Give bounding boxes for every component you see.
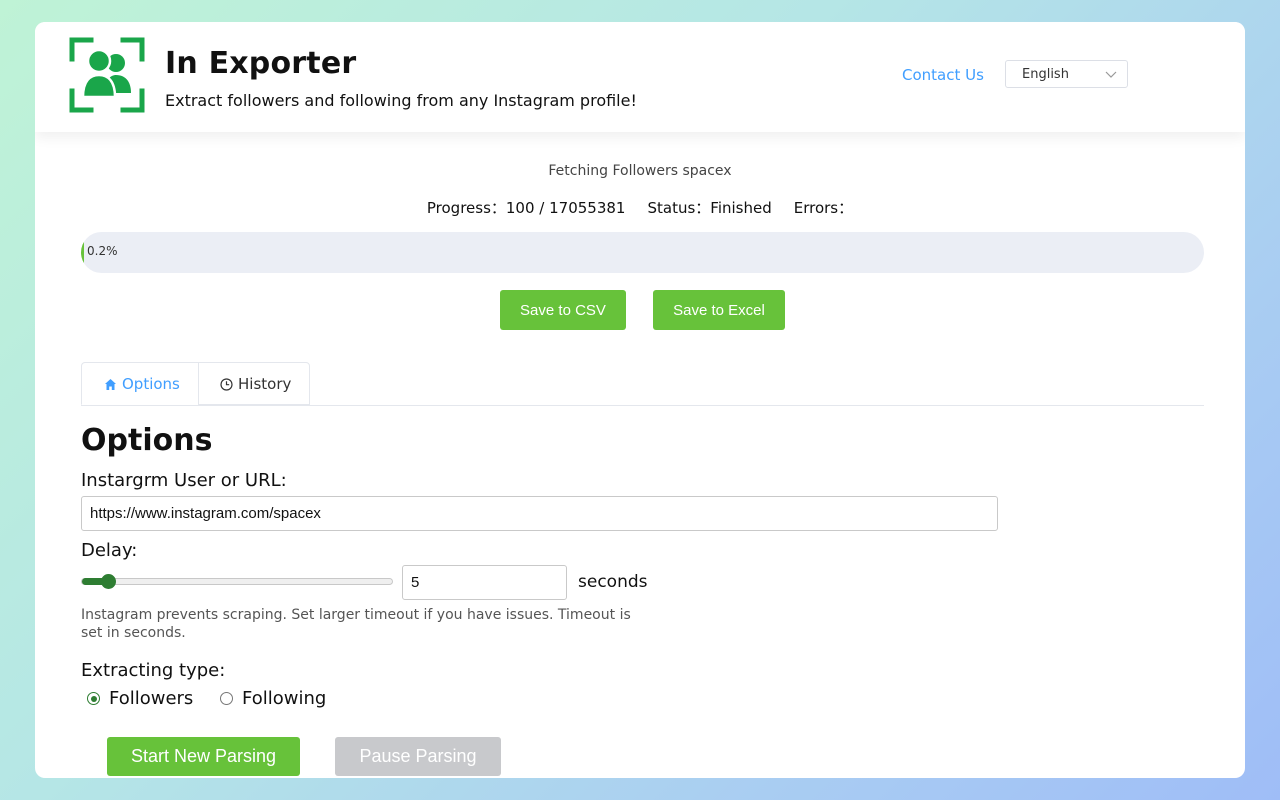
- status-label: Status：: [647, 199, 711, 217]
- app-title: In Exporter: [165, 46, 357, 81]
- followers-radio[interactable]: [87, 692, 100, 705]
- save-to-excel-button[interactable]: Save to Excel: [653, 290, 785, 330]
- following-radio[interactable]: [220, 692, 233, 705]
- app-header: In Exporter Extract followers and follow…: [35, 22, 1245, 132]
- app-subtitle: Extract followers and following from any…: [165, 91, 637, 110]
- contact-us-link[interactable]: Contact Us: [902, 66, 984, 84]
- progress-value: 100 / 17055381: [505, 199, 626, 217]
- followers-radio-label[interactable]: Followers: [109, 688, 193, 709]
- status-value: Finished: [710, 199, 772, 217]
- progress-bar: 0.2%: [81, 232, 1204, 273]
- clock-icon: [220, 378, 233, 391]
- language-value: English: [1022, 67, 1069, 82]
- pause-parsing-button: Pause Parsing: [335, 737, 501, 776]
- delay-slider-track[interactable]: [81, 578, 393, 585]
- progress-bar-fill: [81, 232, 84, 273]
- delay-slider-thumb[interactable]: [101, 574, 117, 589]
- tab-history-label: History: [238, 375, 292, 393]
- app-card: In Exporter Extract followers and follow…: [35, 22, 1245, 778]
- seconds-unit-label: seconds: [578, 572, 648, 592]
- tab-bar: Options History: [81, 362, 1204, 406]
- instagram-url-input[interactable]: [81, 496, 998, 531]
- chevron-down-icon: [1105, 71, 1117, 78]
- extracting-type-label: Extracting type:: [81, 660, 226, 681]
- url-field-label: Instargrm User or URL:: [81, 470, 287, 491]
- save-to-csv-button[interactable]: Save to CSV: [500, 290, 626, 330]
- home-icon: [105, 379, 116, 390]
- progress-percent: 0.2%: [87, 244, 118, 258]
- options-heading: Options: [81, 423, 213, 458]
- tab-options-label: Options: [122, 375, 180, 393]
- delay-hint-text: Instagram prevents scraping. Set larger …: [81, 607, 631, 641]
- tab-options[interactable]: Options: [81, 362, 199, 405]
- following-radio-label[interactable]: Following: [242, 688, 326, 709]
- errors-label: Errors：: [793, 199, 854, 217]
- fetch-status-title: Fetching Followers spacex: [548, 163, 732, 179]
- users-logo-icon: [69, 37, 145, 113]
- delay-seconds-input[interactable]: [402, 565, 567, 600]
- progress-summary: Progress：100 / 17055381 Status：Finished Er…: [35, 197, 1245, 218]
- language-select[interactable]: English: [1005, 60, 1128, 88]
- tab-history[interactable]: History: [198, 362, 310, 405]
- delay-label: Delay:: [81, 540, 138, 561]
- progress-label: Progress：: [426, 199, 506, 217]
- start-new-parsing-button[interactable]: Start New Parsing: [107, 737, 300, 776]
